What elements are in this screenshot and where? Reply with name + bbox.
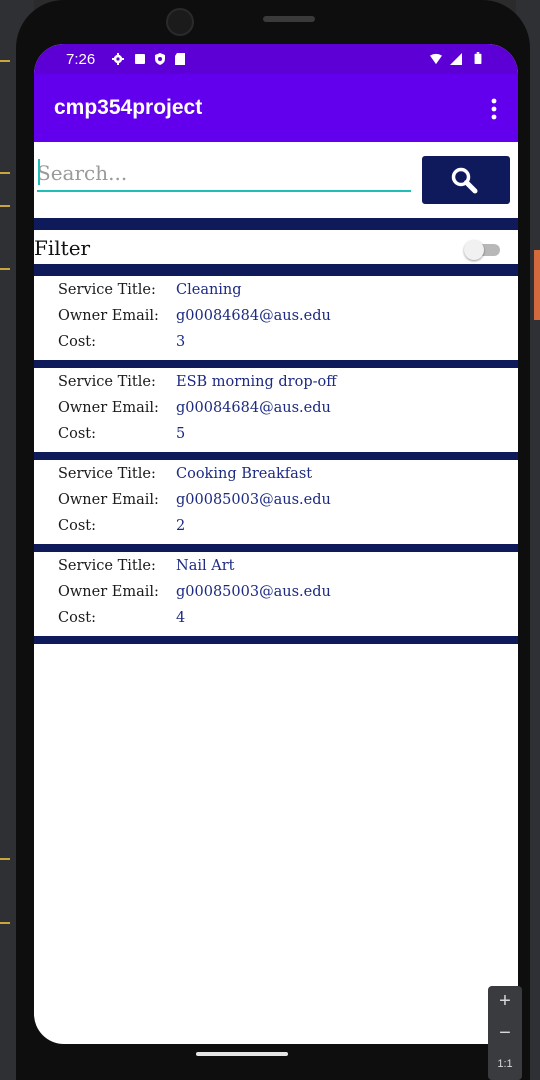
app-title: cmp354project (54, 96, 203, 119)
divider (34, 636, 518, 644)
speaker-grille (263, 16, 315, 22)
field-value: Nail Art (176, 558, 235, 574)
zoom-ratio-button[interactable]: 1:1 (488, 1058, 522, 1070)
ide-side-tab[interactable] (534, 250, 540, 320)
zoom-in-button[interactable]: + (488, 990, 522, 1013)
signal-icon (450, 53, 462, 65)
more-vert-icon[interactable] (490, 98, 498, 120)
field-label: Owner Email: (58, 308, 159, 324)
search-icon (451, 167, 478, 194)
field-label: Cost: (58, 610, 96, 626)
field-label: Owner Email: (58, 584, 159, 600)
field-label: Owner Email: (58, 492, 159, 508)
ide-marker (0, 268, 10, 270)
field-label: Service Title: (58, 282, 156, 298)
field-label: Service Title: (58, 558, 156, 574)
field-value: g00085003@aus.edu (176, 584, 331, 600)
app-bar: cmp354project (34, 74, 518, 142)
status-bar: 7:26 (34, 44, 518, 74)
ide-marker (0, 205, 10, 207)
divider (34, 544, 518, 552)
field-label: Cost: (58, 334, 96, 350)
gesture-nav-bar[interactable] (196, 1052, 288, 1056)
field-label: Service Title: (58, 374, 156, 390)
search-button[interactable] (422, 156, 510, 204)
field-label: Cost: (58, 518, 96, 534)
service-card[interactable]: Service Title: Nail Art Owner Email: g00085… (34, 552, 518, 636)
divider (34, 452, 518, 460)
field-label: Cost: (58, 426, 96, 442)
ide-marker (0, 922, 10, 924)
field-value: Cleaning (176, 282, 242, 298)
gear-icon (112, 53, 124, 65)
search-input[interactable] (37, 156, 411, 192)
service-card[interactable]: Service Title: Cleaning Owner Email: g00084… (34, 276, 518, 360)
text-cursor (38, 159, 40, 185)
ide-marker (0, 172, 10, 174)
wifi-icon (430, 53, 442, 65)
service-card[interactable]: Service Title: ESB morning drop-off Owner … (34, 368, 518, 452)
field-label: Service Title: (58, 466, 156, 482)
divider (34, 360, 518, 368)
toggle-thumb (464, 240, 484, 260)
filter-toggle[interactable] (464, 240, 502, 260)
field-value: 2 (176, 518, 186, 534)
field-value: g00084684@aus.edu (176, 400, 331, 416)
square-icon (135, 54, 145, 64)
ide-marker (0, 858, 10, 860)
filter-label: Filter (34, 236, 91, 260)
camera-icon (166, 8, 194, 36)
sd-card-icon (175, 53, 185, 65)
field-value: 5 (176, 426, 186, 442)
field-label: Owner Email: (58, 400, 159, 416)
field-value: ESB morning drop-off (176, 374, 337, 390)
emulator-zoom-controls: + − 1:1 (488, 986, 522, 1080)
field-value: 3 (176, 334, 186, 350)
shield-icon (155, 53, 165, 65)
ide-marker (0, 60, 10, 62)
field-value: g00085003@aus.edu (176, 492, 331, 508)
status-time: 7:26 (66, 51, 96, 68)
field-value: Cooking Breakfast (176, 466, 313, 482)
device-screen: 7:26 cmp354project Search... Filter Serv… (34, 44, 518, 1044)
divider (34, 264, 518, 276)
field-value: 4 (176, 610, 186, 626)
service-card[interactable]: Service Title: Cooking Breakfast Owner Ema… (34, 460, 518, 544)
divider (34, 218, 518, 230)
battery-icon (474, 52, 482, 64)
field-value: g00084684@aus.edu (176, 308, 331, 324)
zoom-out-button[interactable]: − (488, 1022, 522, 1045)
